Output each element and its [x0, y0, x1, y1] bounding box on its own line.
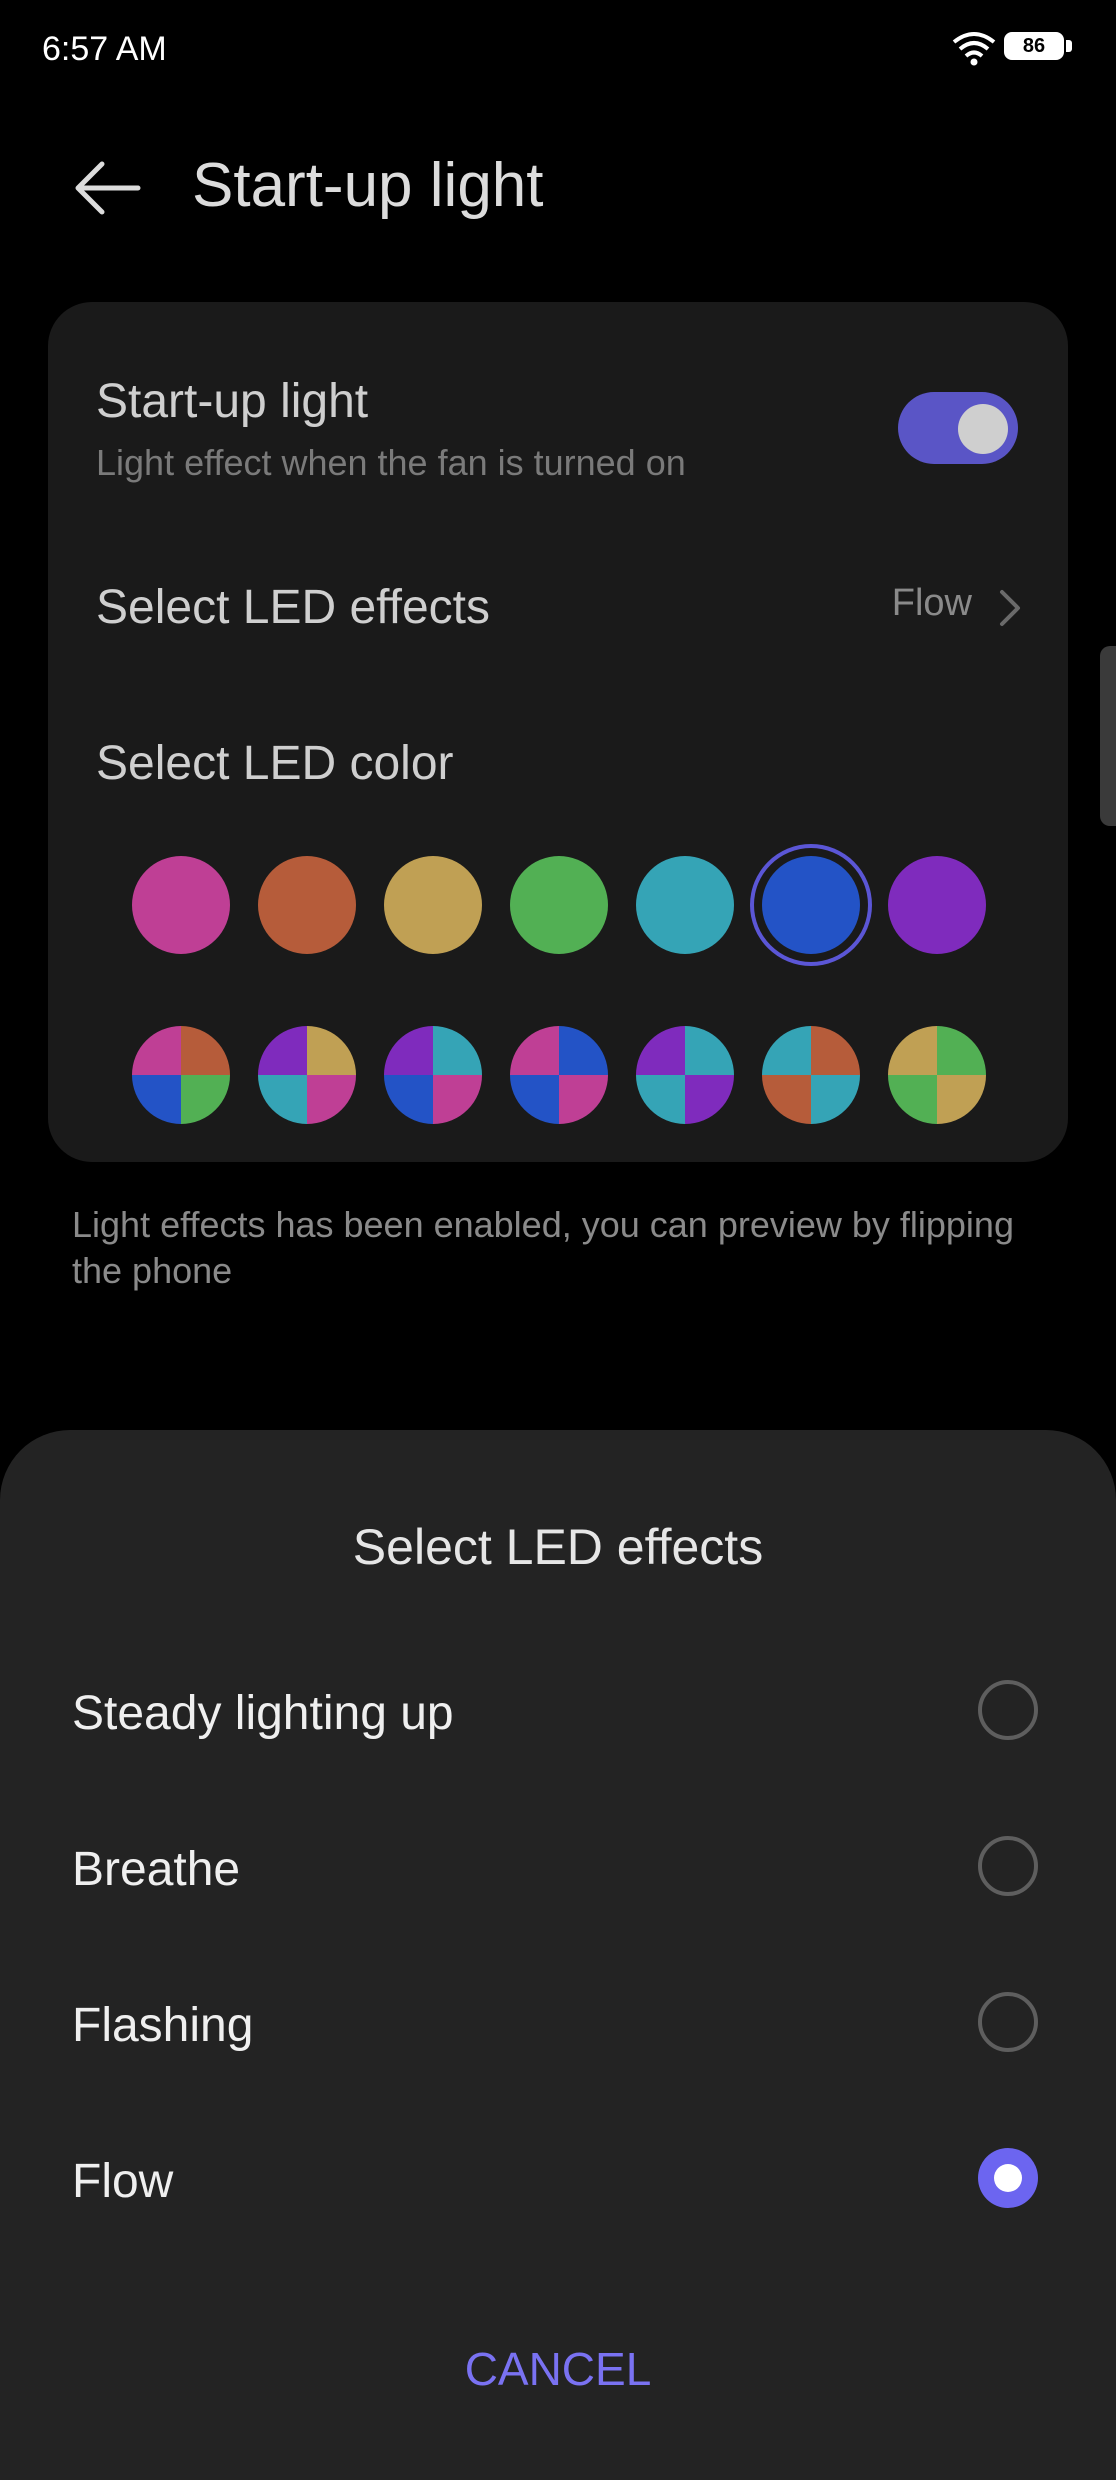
radio-button[interactable] [978, 1836, 1038, 1896]
color-swatch[interactable] [510, 856, 608, 954]
sheet-title: Select LED effects [352, 1519, 764, 1575]
option-label: Flashing [72, 1999, 254, 2052]
option-flashing[interactable]: Flashing [0, 1948, 1116, 2098]
settings-card: Start-up light Light effect when the fan… [48, 302, 1068, 1162]
color-swatch[interactable] [762, 856, 860, 954]
led-effects-label: Select LED effects [96, 581, 490, 634]
led-effects-value: Flow [891, 582, 972, 624]
preview-hint: Light effects has been enabled, you can … [72, 1204, 1014, 1291]
chevron-right-icon [1000, 590, 1020, 626]
multi-color-swatch[interactable] [888, 1026, 986, 1124]
multi-color-swatch[interactable] [132, 1026, 230, 1124]
color-swatch[interactable] [888, 856, 986, 954]
startup-light-title: Start-up light [96, 375, 369, 428]
startup-light-toggle[interactable] [898, 392, 1018, 464]
multi-color-swatch[interactable] [510, 1026, 608, 1124]
back-arrow-icon[interactable] [72, 158, 142, 218]
led-color-label: Select LED color [96, 737, 454, 790]
radio-button[interactable] [978, 1992, 1038, 2052]
battery-level: 86 [1004, 32, 1064, 60]
multi-color-swatch[interactable] [258, 1026, 356, 1124]
radio-button[interactable] [978, 2148, 1038, 2208]
option-steady-lighting-up[interactable]: Steady lighting up [0, 1636, 1116, 1786]
option-label: Flow [72, 2155, 174, 2208]
startup-light-subtitle: Light effect when the fan is turned on [96, 442, 686, 483]
status-time: 6:57 AM [42, 30, 167, 68]
toggle-knob [958, 404, 1008, 454]
battery-icon: 86 [1004, 32, 1074, 62]
multi-color-swatch[interactable] [636, 1026, 734, 1124]
option-breathe[interactable]: Breathe [0, 1792, 1116, 1942]
led-effects-sheet: Select LED effects Steady lighting up Br… [0, 1430, 1116, 2480]
multi-color-swatch[interactable] [762, 1026, 860, 1124]
edge-panel-handle[interactable] [1100, 646, 1116, 826]
option-label: Breathe [72, 1843, 241, 1896]
radio-button[interactable] [978, 1680, 1038, 1740]
color-swatch[interactable] [132, 856, 230, 954]
page-title: Start-up light [192, 151, 544, 220]
color-swatch[interactable] [258, 856, 356, 954]
cancel-button[interactable]: CANCEL [0, 2342, 1116, 2396]
status-bar: 6:57 AM 86 [0, 0, 1116, 100]
option-flow[interactable]: Flow [0, 2104, 1116, 2254]
multi-color-swatch[interactable] [384, 1026, 482, 1124]
color-swatch[interactable] [384, 856, 482, 954]
wifi-icon [952, 32, 996, 66]
color-swatch[interactable] [636, 856, 734, 954]
option-label: Steady lighting up [72, 1687, 454, 1740]
